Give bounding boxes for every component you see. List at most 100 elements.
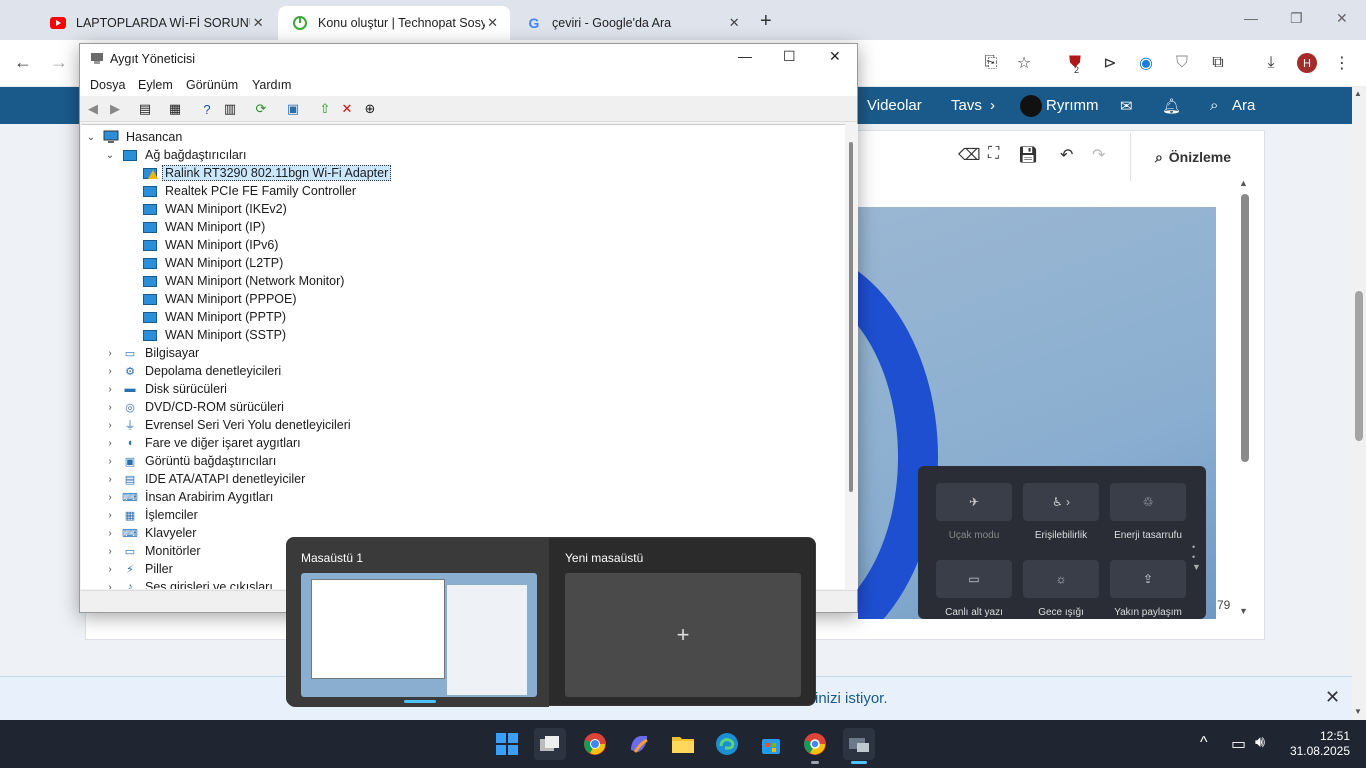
- menu-yardim[interactable]: Yardım: [252, 78, 291, 92]
- nav-user[interactable]: Ryrımm: [1046, 97, 1099, 114]
- close-icon[interactable]: ✕: [829, 48, 841, 65]
- preview-button[interactable]: ⌕ Önizleme: [1130, 133, 1255, 181]
- page-scrollbar[interactable]: ▲ ▼: [1352, 87, 1366, 720]
- close-tab-icon[interactable]: ✕: [485, 15, 500, 31]
- scroll-up-icon[interactable]: ▲: [1354, 89, 1362, 98]
- expand-icon[interactable]: ›: [104, 456, 116, 467]
- nav-chevron-icon[interactable]: ›: [990, 97, 995, 114]
- scroll-down-icon[interactable]: ▼: [1354, 707, 1362, 716]
- tree-category[interactable]: › ▭ Bilgisayar: [104, 344, 202, 362]
- user-avatar[interactable]: [1020, 95, 1042, 117]
- forward-icon[interactable]: →: [50, 52, 68, 73]
- expand-icon[interactable]: ›: [104, 420, 116, 431]
- chrome-icon[interactable]: [579, 728, 611, 760]
- tree-category[interactable]: › ♪ Ses girişleri ve çıkışları: [104, 578, 276, 589]
- scroll-thumb[interactable]: [849, 142, 853, 492]
- editor-scrollbar[interactable]: ▲ ▼: [1237, 178, 1255, 620]
- extensions-icon[interactable]: ⧉: [1207, 52, 1229, 74]
- uninstall-icon[interactable]: ✕: [338, 100, 356, 118]
- start-button[interactable]: [491, 728, 523, 760]
- chevron-up-icon[interactable]: ^: [1200, 734, 1208, 752]
- expand-icon[interactable]: ›: [104, 528, 116, 539]
- help-icon[interactable]: ?: [198, 100, 216, 118]
- nearby-share-icon[interactable]: ⇪: [1110, 560, 1186, 598]
- tree-category[interactable]: ⌄ Ağ bağdaştırıcıları: [104, 146, 249, 164]
- collapse-icon[interactable]: ⌄: [85, 132, 97, 143]
- minimize-icon[interactable]: —: [738, 48, 752, 64]
- night-light-icon[interactable]: ☼: [1023, 560, 1099, 598]
- redo-icon[interactable]: ↷: [1092, 145, 1105, 165]
- minimize-icon[interactable]: —: [1244, 10, 1258, 26]
- tree-device[interactable]: WAN Miniport (L2TP): [142, 254, 286, 272]
- tab-technopat[interactable]: Konu oluştur | Technopat Sosya ✕: [278, 6, 510, 40]
- tree-category[interactable]: › ▬ Disk sürücüleri: [104, 380, 230, 398]
- menu-dosya[interactable]: Dosya: [90, 78, 125, 92]
- tree-device[interactable]: Ralink RT3290 802.11bgn Wi-Fi Adapter: [142, 164, 392, 182]
- undo-icon[interactable]: ↶: [1060, 145, 1073, 165]
- chrome-dev-icon[interactable]: [799, 728, 831, 764]
- scroll-up-icon[interactable]: ▲: [1239, 178, 1248, 188]
- expand-icon[interactable]: ›: [104, 510, 116, 521]
- bookmark-star-icon[interactable]: ☆: [1013, 52, 1035, 74]
- view-icon[interactable]: ▥: [221, 100, 239, 118]
- desktop-thumbnail[interactable]: [301, 573, 537, 697]
- properties-view-icon[interactable]: ▤: [136, 100, 154, 118]
- tab-google[interactable]: G çeviri - Google'da Ara ✕: [512, 6, 752, 40]
- tree-scrollbar[interactable]: [846, 124, 858, 589]
- close-tab-icon[interactable]: ✕: [250, 15, 266, 31]
- eraser-icon[interactable]: ⌫: [958, 145, 981, 165]
- tab-youtube[interactable]: LAPTOPLARDA Wİ-Fİ SORUNU ✕: [36, 6, 276, 40]
- search-icon[interactable]: ⌕: [1210, 97, 1218, 114]
- scan-hardware-icon[interactable]: ⟳: [252, 100, 270, 118]
- menu-eylem[interactable]: Eylem: [138, 78, 173, 92]
- forward-icon[interactable]: ▶: [106, 100, 124, 118]
- enable-device-icon[interactable]: ⊕: [361, 100, 379, 118]
- nav-videolar[interactable]: Videolar: [867, 97, 922, 114]
- copilot-icon[interactable]: [623, 728, 655, 760]
- tree-category[interactable]: › ◎ DVD/CD-ROM sürücüleri: [104, 398, 287, 416]
- live-caption-icon[interactable]: ▭: [936, 560, 1012, 598]
- tree-device[interactable]: WAN Miniport (IP): [142, 218, 268, 236]
- new-desktop-button[interactable]: +: [565, 573, 801, 697]
- mail-icon[interactable]: ✉: [1120, 97, 1133, 115]
- nav-tavs[interactable]: Tavs: [951, 97, 982, 114]
- close-icon[interactable]: ✕: [1336, 10, 1348, 27]
- expand-icon[interactable]: ›: [104, 348, 116, 359]
- tree-category[interactable]: › ⌨ Klavyeler: [104, 524, 199, 542]
- tree-category[interactable]: › ▦ İşlemciler: [104, 506, 201, 524]
- back-icon[interactable]: ◀: [84, 100, 102, 118]
- tree-category[interactable]: › ⌨ İnsan Arabirim Aygıtları: [104, 488, 276, 506]
- edge-icon[interactable]: [711, 728, 743, 760]
- update-driver-icon[interactable]: ⇧: [316, 100, 334, 118]
- expand-icon[interactable]: ›: [104, 474, 116, 485]
- expand-icon[interactable]: ›: [104, 582, 116, 590]
- task-view-button[interactable]: [534, 728, 566, 760]
- clock[interactable]: 12:51 31.08.2025: [1290, 729, 1350, 759]
- bell-icon[interactable]: 🔔︎: [1162, 97, 1181, 115]
- collapse-icon[interactable]: ⌄: [104, 150, 116, 161]
- tree-device[interactable]: WAN Miniport (PPTP): [142, 308, 289, 326]
- expand-icon[interactable]: ›: [104, 564, 116, 575]
- install-app-icon[interactable]: ⎘: [980, 52, 1002, 74]
- tree-device[interactable]: WAN Miniport (PPPOE): [142, 290, 300, 308]
- tree-category[interactable]: › ⏚ Evrensel Seri Veri Yolu denetleyiciler…: [104, 416, 354, 434]
- tree-category[interactable]: › ⚙ Depolama denetleyicileri: [104, 362, 284, 380]
- network-icon[interactable]: ▭: [1231, 734, 1246, 754]
- store-icon[interactable]: [755, 728, 787, 760]
- file-explorer-icon[interactable]: [667, 728, 699, 760]
- media-icon[interactable]: ⊳: [1099, 52, 1121, 74]
- expand-icon[interactable]: ›: [104, 546, 116, 557]
- scroll-thumb[interactable]: [1355, 291, 1363, 441]
- save-draft-icon[interactable]: 💾︎: [1018, 145, 1038, 165]
- details-icon[interactable]: ▦: [166, 100, 184, 118]
- tree-category[interactable]: › ▤ IDE ATA/ATAPI denetleyiciler: [104, 470, 308, 488]
- expand-icon[interactable]: ›: [104, 366, 116, 377]
- download-icon[interactable]: ⤓: [1260, 52, 1282, 74]
- expand-icon[interactable]: ›: [104, 492, 116, 503]
- volume-icon[interactable]: 🔊︎: [1255, 734, 1265, 752]
- menu-gorunum[interactable]: Görünüm: [186, 78, 238, 92]
- device-manager-taskbar-icon[interactable]: [843, 728, 875, 764]
- menu-icon[interactable]: ⋮: [1331, 52, 1353, 74]
- tree-device[interactable]: WAN Miniport (SSTP): [142, 326, 289, 344]
- monitor-icon[interactable]: ▣: [284, 100, 302, 118]
